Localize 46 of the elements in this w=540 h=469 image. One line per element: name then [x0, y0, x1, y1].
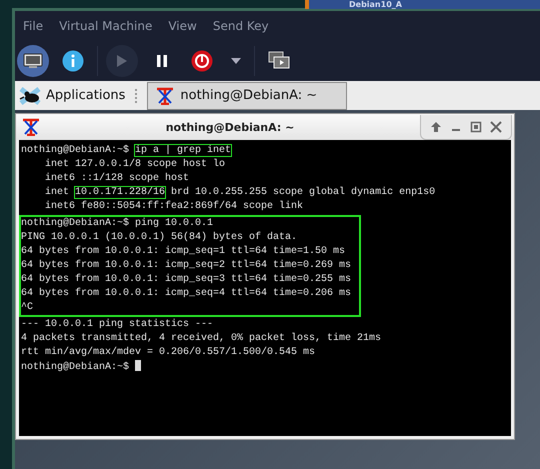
text-cursor [135, 360, 142, 371]
arrow-up-icon [429, 120, 443, 134]
caret-icon [231, 58, 241, 64]
highlighted-text: 10.0.171.228/16 [75, 187, 166, 198]
taskbar-item[interactable]: Debian10_A [305, 0, 540, 9]
terminal-text: inet6 fe80::5054:ff:fea2:869f/64 scope link [44, 201, 304, 212]
pause-icon [156, 54, 168, 68]
menu-item[interactable]: Virtual Machine [59, 19, 152, 33]
terminal-text: brd 10.0.255.255 scope global dynamic enp1s0 [170, 187, 436, 198]
terminal-text: PING 10.0.0.1 (10.0.0.1) 56(84) bytes of data. [21, 232, 298, 243]
terminal-text: nothing@DebianA:~$ ping 10.0.0.1 [21, 218, 214, 229]
terminal-text: nothing@DebianA:~$ [21, 362, 130, 373]
close-icon [489, 120, 503, 134]
terminal-logo-icon [156, 86, 174, 104]
terminal-logo-icon [22, 118, 40, 136]
minimize-icon [452, 128, 460, 130]
terminal-text: 64 bytes from 10.0.0.1: icmp_seq=2 ttl=64 time=0.269 ms [21, 260, 352, 271]
monitor-icon [23, 53, 43, 69]
close-button[interactable] [489, 120, 503, 134]
menu-item[interactable]: Send Key [212, 19, 269, 33]
power-icon [191, 50, 213, 72]
applications-menu[interactable]: Applications [15, 84, 130, 106]
play-icon [116, 54, 128, 68]
taskbar-button[interactable]: nothing@DebianA: ~ [147, 82, 348, 110]
menu-item[interactable]: View [168, 19, 197, 33]
terminal-text: 64 bytes from 10.0.0.1: icmp_seq=1 ttl=64 time=1.50 ms [21, 246, 346, 257]
mouse-logo-icon [19, 84, 43, 106]
terminal-text: inet [44, 187, 70, 198]
console-button[interactable] [17, 45, 49, 77]
maximize-icon [469, 120, 483, 134]
info-icon [62, 50, 84, 72]
terminal-text: 64 bytes from 10.0.0.1: icmp_seq=3 ttl=64 time=0.255 ms [21, 274, 352, 285]
terminal-text: --- 10.0.0.1 ping statistics --- [21, 319, 214, 330]
screens-icon [268, 51, 290, 71]
terminal-text: nothing@DebianA:~$ [21, 145, 130, 156]
terminal-text: inet 127.0.0.1/8 scope host lo [44, 159, 226, 170]
window-title: nothing@DebianA: ~ [164, 120, 296, 134]
terminal-text: inet6 ::1/128 scope host [44, 173, 190, 184]
shade-button[interactable] [429, 120, 443, 134]
terminal-text: 64 bytes from 10.0.0.1: icmp_seq=4 ttl=64 time=0.206 ms [21, 288, 352, 299]
terminal-text: 4 packets transmitted, 4 received, 0% packet loss, time 21ms [21, 333, 382, 344]
highlighted-text: ip a | grep inet [135, 145, 232, 156]
menu-item[interactable]: File [23, 19, 44, 33]
terminal-text: ^C [21, 302, 34, 313]
terminal-text: rtt min/avg/max/mdev = 0.206/0.557/1.500/0.545 ms [21, 347, 316, 358]
maximize-button[interactable] [469, 120, 483, 134]
